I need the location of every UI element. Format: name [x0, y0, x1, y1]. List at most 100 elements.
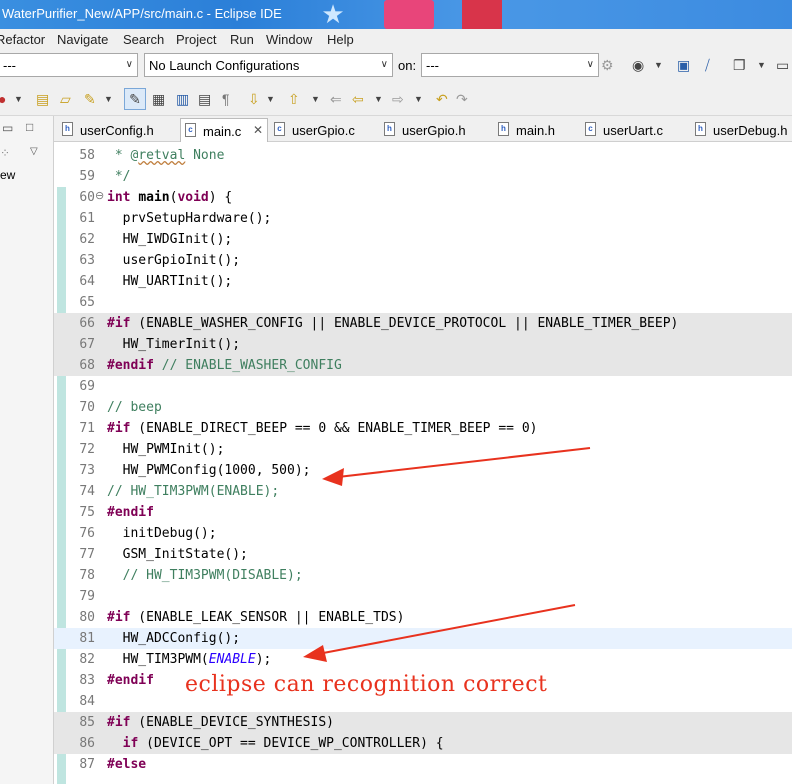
menu-project[interactable]: Project	[176, 32, 216, 47]
spelling-marker: retval	[138, 148, 186, 163]
menu-search[interactable]: Search	[123, 32, 164, 47]
chevron-down-icon[interactable]: ▼	[757, 57, 766, 73]
chevron-down-icon[interactable]: ▼	[374, 91, 383, 107]
code-line[interactable]: 86 if (DEVICE_OPT == DEVICE_WP_CONTROLLE…	[54, 733, 792, 754]
tab-useruart-c[interactable]: c userUart.c	[581, 118, 691, 142]
line-number: 75	[79, 505, 95, 520]
view-menu-icon[interactable]: ⁘	[0, 146, 10, 160]
maximize-icon[interactable]: □	[26, 120, 33, 134]
code-line[interactable]: 61 prvSetupHardware();	[54, 208, 792, 229]
line-number: 83	[79, 673, 95, 688]
word-wrap-icon[interactable]: ▤	[198, 91, 211, 107]
chevron-down-icon[interactable]: ▼	[14, 91, 23, 107]
redo-icon[interactable]: ↷	[456, 91, 468, 107]
new-project-icon[interactable]: ▤	[36, 91, 49, 107]
code-fragment: #if	[107, 421, 131, 436]
chevron-down-icon[interactable]: ▽	[30, 146, 38, 157]
code-line[interactable]: 76 initDebug();	[54, 523, 792, 544]
menu-help[interactable]: Help	[327, 32, 354, 47]
code-line[interactable]: 59 */	[54, 166, 792, 187]
code-line[interactable]: 77 GSM_InitState();	[54, 544, 792, 565]
last-edit-icon[interactable]: ⇐	[330, 91, 342, 107]
tab-main-c[interactable]: c main.c ✕	[180, 118, 268, 142]
show-whitespace-icon[interactable]: ¶	[222, 91, 230, 107]
forward-icon[interactable]: ⇨	[392, 91, 404, 107]
chevron-down-icon[interactable]: ▼	[104, 91, 113, 107]
launch-target-combo[interactable]: --- ∨	[421, 53, 599, 77]
minimize-icon[interactable]: ▭	[2, 121, 13, 135]
terminal-icon[interactable]: ▭	[776, 57, 789, 73]
line-number: 80	[79, 610, 95, 625]
new-window-icon[interactable]: ❐	[733, 57, 746, 73]
code-line[interactable]: 68 #endif // ENABLE_WASHER_CONFIG	[54, 355, 792, 376]
code-text: int main(void) {	[107, 190, 233, 205]
launch-configuration-combo[interactable]: No Launch Configurations ∨	[144, 53, 393, 77]
code-line[interactable]: 65	[54, 292, 792, 313]
tab-userdebug-h[interactable]: h userDebug.h	[691, 118, 792, 142]
fold-collapse-icon[interactable]: ⊖	[95, 189, 104, 202]
previous-annotation-icon[interactable]: ⇧	[288, 91, 300, 107]
code-line[interactable]: 80 #if (ENABLE_LEAK_SENSOR || ENABLE_TDS…	[54, 607, 792, 628]
code-line[interactable]: 60 ⊖ int main(void) {	[54, 187, 792, 208]
launch-mode-combo[interactable]: --- ∨	[0, 53, 138, 77]
code-line[interactable]: 74 // HW_TIM3PWM(ENABLE);	[54, 481, 792, 502]
block-selection-icon[interactable]: ▥	[176, 91, 189, 107]
tab-usergpio-c[interactable]: c userGpio.c	[270, 118, 380, 142]
code-line[interactable]: 58 * @retval None	[54, 145, 792, 166]
build-icon[interactable]: ✎	[84, 91, 96, 107]
close-icon[interactable]: ✕	[253, 123, 263, 137]
debug-icon[interactable]: ⧸	[705, 57, 710, 73]
run-icon[interactable]: ●	[0, 91, 6, 107]
menu-run[interactable]: Run	[230, 32, 254, 47]
code-text: HW_TimerInit();	[107, 337, 241, 352]
tab-usergpio-h[interactable]: h userGpio.h	[380, 118, 490, 142]
line-number: 86	[79, 736, 95, 751]
code-line[interactable]: 85 #if (ENABLE_DEVICE_SYNTHESIS)	[54, 712, 792, 733]
mark-occurrences-icon[interactable]: ✎	[124, 88, 146, 110]
code-line-current[interactable]: 81 HW_ADCConfig();	[54, 628, 792, 649]
code-line[interactable]: 78 // HW_TIM3PWM(DISABLE);	[54, 565, 792, 586]
back-icon[interactable]: ⇦	[352, 91, 364, 107]
tab-userconfig-h[interactable]: h userConfig.h	[58, 118, 178, 142]
code-line[interactable]: 64 HW_UARTInit();	[54, 271, 792, 292]
code-line[interactable]: 62 HW_IWDGInit();	[54, 229, 792, 250]
menu-window[interactable]: Window	[266, 32, 312, 47]
next-annotation-icon[interactable]: ⇩	[248, 91, 260, 107]
tab-main-h[interactable]: h main.h	[494, 118, 584, 142]
account-icon[interactable]: ◉	[632, 57, 644, 73]
code-text: #endif	[107, 505, 154, 520]
code-line[interactable]: 75 #endif	[54, 502, 792, 523]
line-number: 60	[79, 190, 95, 205]
toggle-comment-icon[interactable]: ▦	[152, 91, 165, 107]
chevron-down-icon[interactable]: ▼	[266, 91, 275, 107]
code-line[interactable]: 79	[54, 586, 792, 607]
code-text: #if (ENABLE_DIRECT_BEEP == 0 && ENABLE_T…	[107, 421, 538, 436]
code-line[interactable]: 72 HW_PWMInit();	[54, 439, 792, 460]
code-line[interactable]: 71 #if (ENABLE_DIRECT_BEEP == 0 && ENABL…	[54, 418, 792, 439]
chevron-down-icon[interactable]: ▼	[414, 91, 423, 107]
code-line[interactable]: 70 // beep	[54, 397, 792, 418]
gear-icon[interactable]: ⚙	[601, 57, 614, 73]
code-line[interactable]: 67 HW_TimerInit();	[54, 334, 792, 355]
menu-navigate[interactable]: Navigate	[57, 32, 108, 47]
code-line[interactable]: 73 HW_PWMConfig(1000, 500);	[54, 460, 792, 481]
tab-label: userConfig.h	[80, 123, 154, 138]
chevron-down-icon[interactable]: ▼	[311, 91, 320, 107]
line-number: 62	[79, 232, 95, 247]
line-number: 84	[79, 694, 95, 709]
code-text: prvSetupHardware();	[107, 211, 272, 226]
launch-mode-value: ---	[3, 58, 16, 73]
code-line[interactable]: 82 HW_TIM3PWM(ENABLE);	[54, 649, 792, 670]
code-line[interactable]: 69	[54, 376, 792, 397]
line-number: 58	[79, 148, 95, 163]
chevron-down-icon[interactable]: ▼	[654, 57, 663, 73]
code-line[interactable]: 63 userGpioInit();	[54, 250, 792, 271]
open-folder-icon[interactable]: ▱	[60, 91, 71, 107]
menu-refactor[interactable]: Refactor	[0, 32, 45, 47]
code-line[interactable]: 66 #if (ENABLE_WASHER_CONFIG || ENABLE_D…	[54, 313, 792, 334]
code-line[interactable]: 87 #else	[54, 754, 792, 775]
pin-editor-icon[interactable]: ↶	[436, 91, 448, 107]
tab-label: userUart.c	[603, 123, 663, 138]
console-icon[interactable]: ▣	[677, 57, 690, 73]
line-number: 70	[79, 400, 95, 415]
